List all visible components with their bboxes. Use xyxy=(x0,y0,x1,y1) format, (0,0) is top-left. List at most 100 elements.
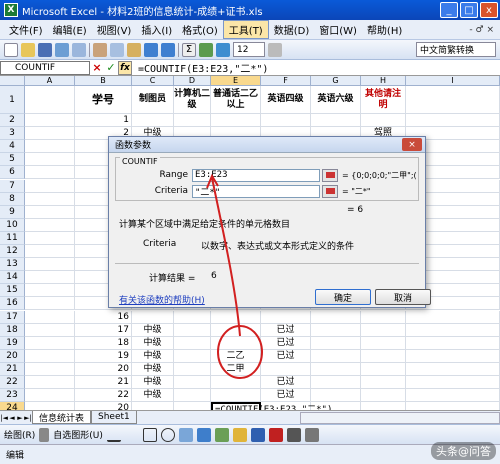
cell-c18[interactable]: 中级 xyxy=(132,323,174,337)
cell-b20[interactable]: 19 xyxy=(75,349,132,363)
cell-a8[interactable] xyxy=(25,192,75,206)
cell-i20[interactable] xyxy=(406,349,500,363)
first-sheet-icon[interactable]: |◄ xyxy=(0,414,8,422)
column-header-a[interactable]: A xyxy=(25,76,75,86)
menu-window[interactable]: 窗口(W) xyxy=(314,21,362,38)
cell-e2[interactable] xyxy=(211,114,261,128)
row-header[interactable]: 22 xyxy=(0,376,25,390)
cell-a23[interactable] xyxy=(25,389,75,403)
preview-icon[interactable] xyxy=(72,42,86,57)
cell-b24[interactable]: 20 xyxy=(75,402,132,410)
cell-i2[interactable] xyxy=(406,114,500,128)
sort-icon[interactable] xyxy=(199,42,213,57)
font-size-combo[interactable]: 12 xyxy=(233,42,265,57)
row-header[interactable]: 20 xyxy=(0,349,25,363)
cell-a3[interactable] xyxy=(25,127,75,141)
cell-c24[interactable] xyxy=(132,402,174,410)
column-header-f[interactable]: F xyxy=(261,76,311,86)
menu-format[interactable]: 格式(O) xyxy=(177,21,223,38)
cell-h19[interactable] xyxy=(361,336,406,350)
undo-icon[interactable] xyxy=(144,42,158,57)
row-header[interactable]: 12 xyxy=(0,245,25,259)
cell-b23[interactable]: 22 xyxy=(75,389,132,403)
cell-a17[interactable] xyxy=(25,310,75,324)
cell-e18[interactable] xyxy=(211,323,261,337)
row-header[interactable]: 13 xyxy=(0,258,25,272)
cell-b21[interactable]: 20 xyxy=(75,362,132,376)
menu-file[interactable]: 文件(F) xyxy=(4,21,48,38)
cell-f21[interactable] xyxy=(261,362,311,376)
cell-e1[interactable]: 普通话二乙以上 xyxy=(211,86,261,114)
cell-h24[interactable] xyxy=(361,402,406,410)
cell-h22[interactable] xyxy=(361,376,406,390)
paste-icon[interactable] xyxy=(127,42,141,57)
minimize-button[interactable]: _ xyxy=(440,2,458,18)
cell-e23[interactable] xyxy=(211,389,261,403)
select-pointer-icon[interactable] xyxy=(39,427,50,442)
range-input[interactable]: E3:E23 xyxy=(192,168,320,182)
cell-g1[interactable]: 英语六级 xyxy=(311,86,361,114)
cell-a14[interactable] xyxy=(25,271,75,285)
cell-g23[interactable] xyxy=(311,389,361,403)
last-sheet-icon[interactable]: ►| xyxy=(24,414,32,422)
row-header[interactable]: 15 xyxy=(0,284,25,298)
cancel-button[interactable]: 取消 xyxy=(375,289,431,305)
cell-i19[interactable] xyxy=(406,336,500,350)
cell-a4[interactable] xyxy=(25,140,75,154)
cell-a18[interactable] xyxy=(25,323,75,337)
column-header-c[interactable]: C xyxy=(132,76,174,86)
row-header[interactable]: 24 xyxy=(0,402,25,410)
line-icon[interactable] xyxy=(106,428,121,442)
cell-h17[interactable] xyxy=(361,310,406,324)
cell-f18[interactable]: 已过 xyxy=(261,323,311,337)
menu-edit[interactable]: 编辑(E) xyxy=(48,21,92,38)
cell-d20[interactable] xyxy=(174,349,211,363)
wordart-icon[interactable] xyxy=(196,427,211,442)
cell-f1[interactable]: 英语四级 xyxy=(261,86,311,114)
cell-h2[interactable] xyxy=(361,114,406,128)
cell-c20[interactable]: 中级 xyxy=(132,349,174,363)
cell-i23[interactable] xyxy=(406,389,500,403)
cell-g18[interactable] xyxy=(311,323,361,337)
select-all-corner[interactable] xyxy=(0,76,25,86)
zoom-icon[interactable] xyxy=(268,42,282,57)
new-file-icon[interactable] xyxy=(4,42,18,57)
column-header-b[interactable]: B xyxy=(75,76,132,86)
cell-e17[interactable] xyxy=(211,310,261,324)
cell-i22[interactable] xyxy=(406,376,500,390)
workbook-controls[interactable]: - ♂ × xyxy=(469,25,496,35)
column-header-h[interactable]: H xyxy=(361,76,406,86)
cell-f17[interactable] xyxy=(261,310,311,324)
menu-tools[interactable]: 工具(T) xyxy=(222,20,269,39)
row-header[interactable]: 5 xyxy=(0,153,25,167)
name-box[interactable]: COUNTIF xyxy=(0,60,90,75)
cell-h20[interactable] xyxy=(361,349,406,363)
menu-data[interactable]: 数据(D) xyxy=(269,21,315,38)
fill-color-icon[interactable] xyxy=(232,427,247,442)
collapse-dialog-icon[interactable] xyxy=(322,184,338,198)
cell-a9[interactable] xyxy=(25,205,75,219)
cell-b1[interactable]: 学号 xyxy=(75,86,132,114)
row-header[interactable]: 6 xyxy=(0,166,25,180)
cell-f23[interactable]: 已过 xyxy=(261,389,311,403)
row-header[interactable]: 1 xyxy=(0,86,25,114)
row-header[interactable]: 17 xyxy=(0,310,25,324)
sheet-tab-sheet1[interactable]: Sheet1 xyxy=(91,411,137,424)
cell-h18[interactable] xyxy=(361,323,406,337)
cell-e21[interactable]: 二甲 xyxy=(211,362,261,376)
cell-a1[interactable] xyxy=(25,86,75,114)
next-sheet-icon[interactable]: ► xyxy=(16,414,24,422)
cell-e19[interactable] xyxy=(211,336,261,350)
cell-c22[interactable]: 中级 xyxy=(132,376,174,390)
column-header-i[interactable]: I xyxy=(406,76,500,86)
open-folder-icon[interactable] xyxy=(21,42,35,57)
insert-function-icon[interactable]: fx xyxy=(118,60,132,75)
cell-i1[interactable] xyxy=(406,86,500,114)
cell-g19[interactable] xyxy=(311,336,361,350)
cell-g21[interactable] xyxy=(311,362,361,376)
cell-e22[interactable] xyxy=(211,376,261,390)
redo-icon[interactable] xyxy=(161,42,175,57)
cell-a6[interactable] xyxy=(25,166,75,180)
chart-icon[interactable] xyxy=(216,42,230,57)
menu-view[interactable]: 视图(V) xyxy=(92,21,137,38)
